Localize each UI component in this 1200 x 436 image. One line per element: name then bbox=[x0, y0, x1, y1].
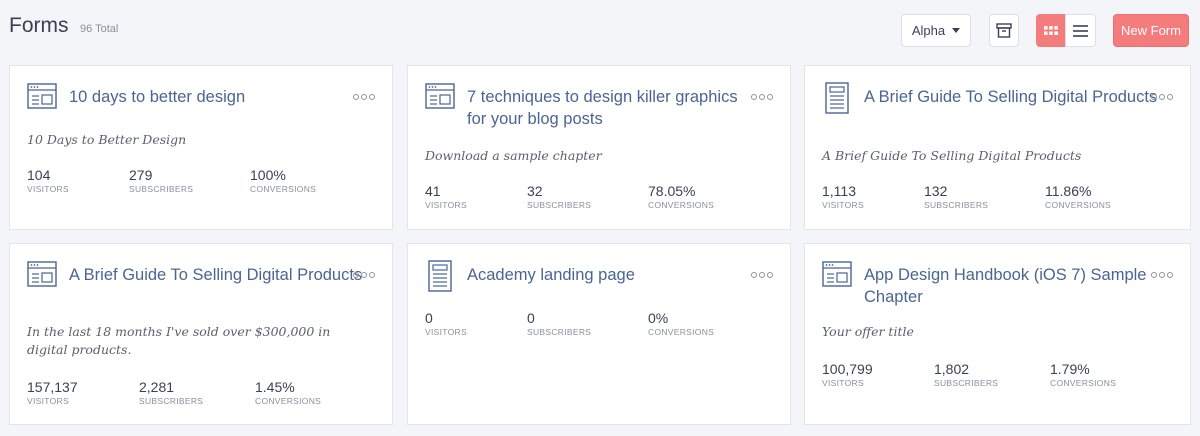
page-header: Forms 96 Total Alpha New Form bbox=[0, 0, 1200, 62]
form-window-icon bbox=[27, 83, 57, 114]
chevron-down-icon bbox=[952, 28, 961, 33]
landing-page-icon bbox=[825, 82, 849, 119]
stat-label: CONVERSIONS bbox=[648, 200, 715, 210]
stat-subscribers: 0 SUBSCRIBERS bbox=[527, 310, 591, 337]
stat-value: 2,281 bbox=[139, 379, 175, 395]
stat-label: SUBSCRIBERS bbox=[139, 396, 204, 406]
stat-visitors: 104 VISITORS bbox=[27, 167, 69, 194]
stat-label: SUBSCRIBERS bbox=[129, 184, 194, 194]
card-title[interactable]: Academy landing page bbox=[467, 264, 767, 286]
stat-conversions: 78.05% CONVERSIONS bbox=[648, 183, 714, 210]
form-window-icon bbox=[27, 261, 57, 292]
stat-label: SUBSCRIBERS bbox=[527, 200, 592, 210]
stat-visitors: 100,799 VISITORS bbox=[822, 361, 873, 388]
stat-label: VISITORS bbox=[822, 378, 864, 388]
more-options-icon[interactable] bbox=[1151, 272, 1173, 278]
stat-label: SUBSCRIBERS bbox=[527, 327, 592, 337]
list-view-button[interactable] bbox=[1065, 14, 1096, 47]
card-description: 10 Days to Better Design bbox=[27, 132, 187, 147]
archive-button[interactable] bbox=[989, 14, 1019, 47]
stat-label: VISITORS bbox=[425, 327, 467, 337]
card-description: A Brief Guide To Selling Digital Product… bbox=[822, 148, 1082, 163]
sort-label: Alpha bbox=[911, 23, 946, 38]
stat-conversions: 100% CONVERSIONS bbox=[250, 167, 316, 194]
grid-icon bbox=[1044, 25, 1058, 35]
stat-subscribers: 1,802 SUBSCRIBERS bbox=[934, 361, 998, 388]
stat-visitors: 157,137 VISITORS bbox=[27, 379, 78, 406]
stat-label: CONVERSIONS bbox=[1050, 378, 1117, 388]
stat-label: CONVERSIONS bbox=[255, 396, 322, 406]
archive-icon bbox=[996, 23, 1012, 38]
more-options-icon[interactable] bbox=[751, 94, 773, 100]
stat-value: 104 bbox=[27, 167, 51, 183]
stat-conversions: 1.45% CONVERSIONS bbox=[255, 379, 321, 406]
form-card[interactable]: Academy landing page 0 VISITORS 0 SUBSCRIBER… bbox=[407, 243, 791, 425]
stat-label: VISITORS bbox=[27, 396, 69, 406]
card-title[interactable]: App Design Handbook (iOS 7) Sample Chapt… bbox=[864, 264, 1164, 308]
stat-label: CONVERSIONS bbox=[648, 327, 715, 337]
stat-conversions: 0% CONVERSIONS bbox=[648, 310, 714, 337]
list-icon bbox=[1073, 24, 1088, 37]
card-title[interactable]: 7 techniques to design killer graphics f… bbox=[467, 86, 757, 130]
more-options-icon[interactable] bbox=[353, 94, 375, 100]
form-card[interactable]: 10 days to better design 10 Days to Bette… bbox=[9, 65, 393, 230]
form-card[interactable]: 7 techniques to design killer graphics f… bbox=[407, 65, 791, 230]
sort-dropdown[interactable]: Alpha bbox=[901, 14, 971, 47]
stat-value: 1.79% bbox=[1050, 361, 1090, 377]
stat-value: 78.05% bbox=[648, 183, 696, 199]
form-card[interactable]: App Design Handbook (iOS 7) Sample Chapt… bbox=[804, 243, 1191, 425]
stat-subscribers: 2,281 SUBSCRIBERS bbox=[139, 379, 203, 406]
new-form-button[interactable]: New Form bbox=[1113, 14, 1189, 47]
stat-label: VISITORS bbox=[822, 200, 864, 210]
stat-label: VISITORS bbox=[425, 200, 467, 210]
stat-label: SUBSCRIBERS bbox=[934, 378, 999, 388]
card-description: Your offer title bbox=[822, 324, 914, 339]
stat-conversions: 11.86% CONVERSIONS bbox=[1045, 183, 1111, 210]
stat-value: 1,113 bbox=[822, 183, 856, 199]
stat-value: 100% bbox=[250, 167, 286, 183]
stat-value: 279 bbox=[129, 167, 153, 183]
stat-value: 11.86% bbox=[1045, 183, 1092, 199]
card-description: Download a sample chapter bbox=[425, 148, 602, 163]
total-count: 96 Total bbox=[80, 23, 119, 35]
grid-view-button[interactable] bbox=[1036, 14, 1066, 47]
card-title[interactable]: A Brief Guide To Selling Digital Product… bbox=[69, 264, 369, 286]
stat-label: SUBSCRIBERS bbox=[924, 200, 989, 210]
stat-subscribers: 32 SUBSCRIBERS bbox=[527, 183, 591, 210]
stat-label: CONVERSIONS bbox=[1045, 200, 1112, 210]
stat-value: 100,799 bbox=[822, 361, 873, 377]
stat-visitors: 1,113 VISITORS bbox=[822, 183, 864, 210]
stat-subscribers: 132 SUBSCRIBERS bbox=[924, 183, 988, 210]
form-card[interactable]: A Brief Guide To Selling Digital Product… bbox=[804, 65, 1191, 230]
stat-visitors: 0 VISITORS bbox=[425, 310, 467, 337]
form-card[interactable]: A Brief Guide To Selling Digital Product… bbox=[9, 243, 393, 425]
stat-value: 1.45% bbox=[255, 379, 295, 395]
card-title[interactable]: A Brief Guide To Selling Digital Product… bbox=[864, 86, 1164, 108]
stat-value: 157,137 bbox=[27, 379, 78, 395]
page-title: Forms bbox=[9, 14, 69, 37]
more-options-icon[interactable] bbox=[751, 272, 773, 278]
stat-value: 0% bbox=[648, 310, 669, 326]
stat-value: 0 bbox=[425, 310, 433, 326]
stat-value: 0 bbox=[527, 310, 535, 326]
card-title[interactable]: 10 days to better design bbox=[69, 86, 369, 108]
form-window-icon bbox=[425, 83, 455, 114]
more-options-icon[interactable] bbox=[1151, 94, 1173, 100]
landing-page-icon bbox=[428, 260, 452, 297]
stat-value: 32 bbox=[527, 183, 543, 199]
stat-label: CONVERSIONS bbox=[250, 184, 317, 194]
stat-subscribers: 279 SUBSCRIBERS bbox=[129, 167, 193, 194]
stat-label: VISITORS bbox=[27, 184, 69, 194]
form-window-icon bbox=[822, 261, 852, 292]
stat-value: 41 bbox=[425, 183, 441, 199]
card-description: In the last 18 months I've sold over $30… bbox=[27, 324, 331, 357]
stat-conversions: 1.79% CONVERSIONS bbox=[1050, 361, 1116, 388]
stat-value: 1,802 bbox=[934, 361, 970, 377]
stat-visitors: 41 VISITORS bbox=[425, 183, 467, 210]
more-options-icon[interactable] bbox=[353, 272, 375, 278]
stat-value: 132 bbox=[924, 183, 948, 199]
